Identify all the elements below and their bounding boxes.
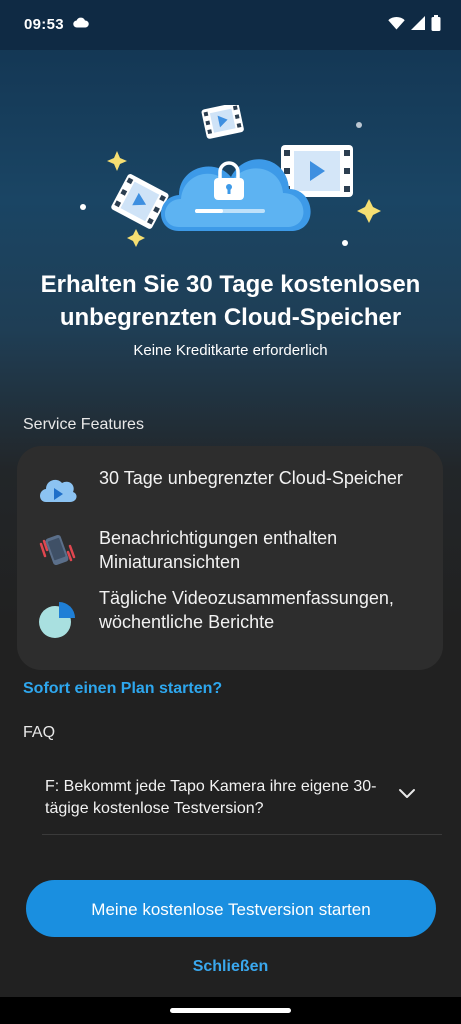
- chevron-down-icon[interactable]: [397, 787, 417, 801]
- start-trial-button[interactable]: Meine kostenlose Testversion starten: [26, 880, 436, 937]
- faq-question[interactable]: F: Bekommt jede Tapo Kamera ihre eigene …: [45, 776, 385, 820]
- status-bar: 09:53: [0, 0, 461, 50]
- home-gesture-handle[interactable]: [170, 1008, 291, 1013]
- signal-icon: [411, 16, 425, 30]
- phone-notification-icon: [39, 534, 76, 566]
- battery-icon: [431, 15, 441, 31]
- features-section-title: Service Features: [23, 416, 144, 433]
- cloud-play-icon: [40, 479, 77, 502]
- features-card: 30 Tage unbegrenzter Cloud-Speicher Bena…: [17, 446, 443, 670]
- status-time: 09:53: [24, 16, 64, 33]
- page-title: Erhalten Sie 30 Tage kostenlosen unbegre…: [40, 271, 421, 331]
- cloud-storage-illustration: [80, 105, 381, 247]
- divider: [42, 834, 442, 835]
- sparkle-icon: [357, 199, 381, 223]
- cloud-status-icon: [73, 17, 89, 28]
- wifi-icon: [388, 16, 405, 30]
- faq-title: FAQ: [23, 724, 56, 741]
- sparkle-icon: [107, 151, 127, 171]
- close-button[interactable]: Schließen: [0, 958, 461, 976]
- feature-label: Tägliche Videozusammenfassungen, wöchent…: [99, 588, 394, 632]
- start-plan-link[interactable]: Sofort einen Plan starten?: [23, 680, 222, 698]
- sparkle-icon: [127, 229, 145, 247]
- film-icon: [201, 105, 244, 139]
- feature-label: 30 Tage unbegrenzter Cloud-Speicher: [99, 468, 403, 488]
- feature-label: Benachrichtigungen enthalten Miniaturans…: [99, 528, 338, 572]
- film-icon: [111, 174, 169, 229]
- pie-chart-icon: [39, 602, 75, 638]
- page-subtitle: Keine Kreditkarte erforderlich: [133, 342, 328, 359]
